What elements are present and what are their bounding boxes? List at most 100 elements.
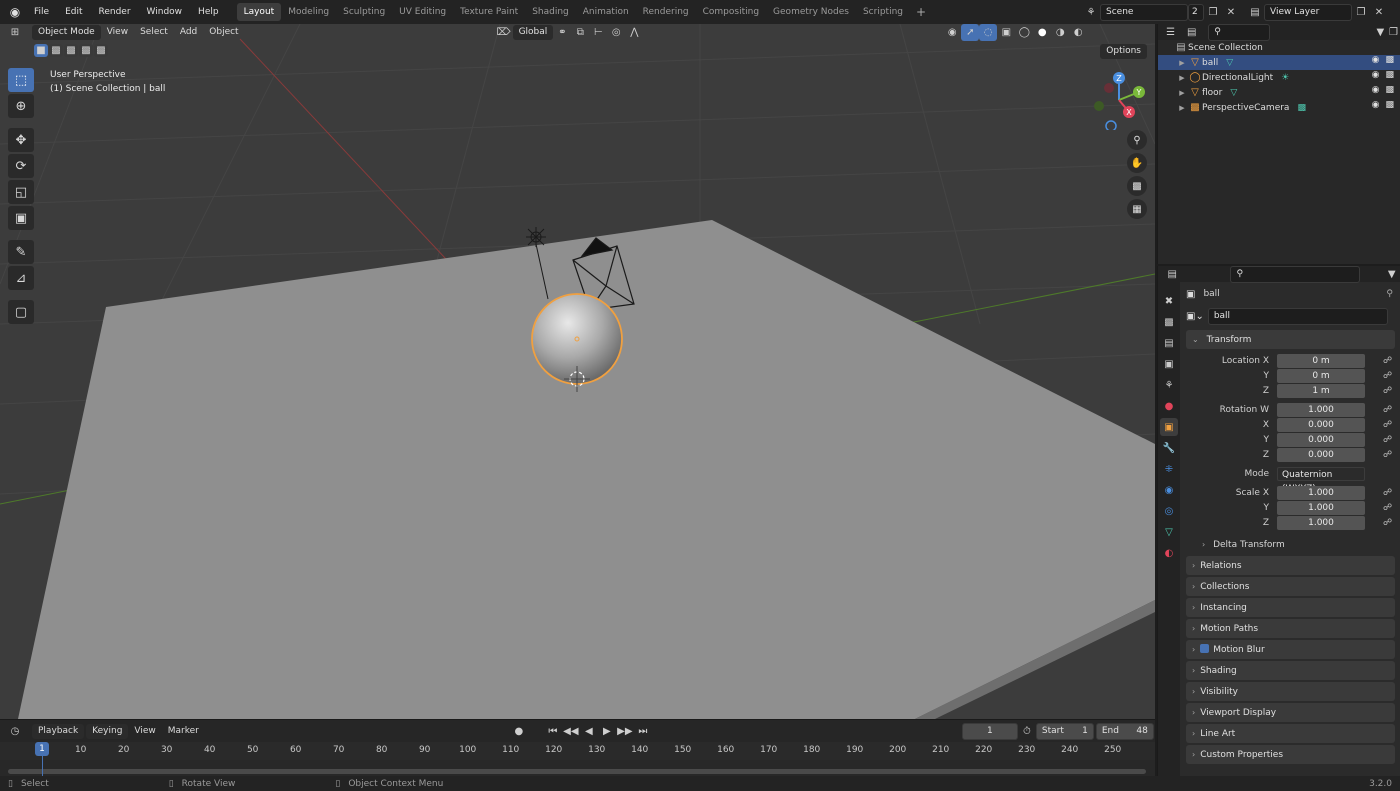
rotation-w-field[interactable]: 1.000 [1277,402,1365,417]
location-y-field[interactable]: 0 m [1277,368,1365,383]
line-art-panel-header[interactable]: › Line Art [1186,724,1395,743]
expand-arrow-icon[interactable]: ▶ [1176,59,1188,67]
outliner-item-floor[interactable]: ▶ ▽ floor ▽ ◉ ▩ [1158,85,1400,100]
select-new-icon[interactable]: ■ [34,44,48,57]
blender-logo-icon[interactable]: ◉ [4,1,26,23]
lock-icon[interactable]: ☍ [1383,488,1392,498]
tab-rendering[interactable]: Rendering [636,3,696,21]
next-keyframe-icon[interactable]: ▶▶ [616,723,634,740]
mesh-data-icon[interactable]: ▽ [1230,88,1237,98]
world-tab-icon[interactable]: ● [1160,397,1178,415]
proportional-edit-icon[interactable]: ◎ [607,24,625,41]
add-workspace-icon[interactable]: + [910,5,932,19]
viewport-menu-object[interactable]: Object [203,25,244,40]
rotation-mode-dropdown[interactable]: Quaternion (WXYZ) [1277,466,1365,494]
stopwatch-icon[interactable]: ⏱ [1018,723,1036,740]
menu-file[interactable]: File [26,2,57,22]
wireframe-shading-icon[interactable]: ◯ [1015,24,1033,41]
mode-dropdown[interactable]: Object Mode [32,24,101,40]
close-layer-icon[interactable]: ✕ [1370,4,1388,21]
custom-properties-panel-header[interactable]: › Custom Properties [1186,745,1395,764]
shading-panel-header[interactable]: › Shading [1186,661,1395,680]
lock-icon[interactable]: ☍ [1383,450,1392,460]
timeline-scrollbar[interactable] [8,769,1146,774]
properties-editor-type-icon[interactable]: ▤ [1164,266,1180,283]
overlay-icon[interactable]: ◌ [979,24,998,41]
light-data-icon[interactable]: ☀ [1281,73,1289,83]
lock-icon[interactable]: ☍ [1383,518,1392,528]
output-tab-icon[interactable]: ▤ [1160,334,1178,352]
3d-viewport[interactable]: ⊞ Object Mode View Select Add Object ⌦ G… [0,24,1155,719]
xray-icon[interactable]: ▣ [997,24,1015,41]
viewport-menu-select[interactable]: Select [134,25,174,40]
outliner-item-perspectivecamera[interactable]: ▶ ▩ PerspectiveCamera ▩ ◉ ▩ [1158,100,1400,115]
start-frame-field[interactable]: 1 [1082,724,1088,739]
scale-y-field[interactable]: 1.000 [1277,500,1365,515]
transform-panel-header[interactable]: ⌄ Transform [1186,330,1395,349]
pivot-icon[interactable]: ⚭ [553,24,571,41]
modifier-tab-icon[interactable]: 🔧 [1160,439,1178,457]
move-tool-icon[interactable]: ✥ [8,128,34,152]
timeline-view-menu[interactable]: View [128,724,161,739]
duplicate-layer-icon[interactable]: ❐ [1352,4,1370,21]
menu-help[interactable]: Help [190,2,227,22]
lock-icon[interactable]: ☍ [1383,356,1392,366]
properties-search-input[interactable]: ⚲ [1230,265,1360,283]
view-layer-icon[interactable]: ▤ [1246,4,1264,21]
jump-start-icon[interactable]: ⏮ [544,723,562,740]
tab-animation[interactable]: Animation [576,3,636,21]
scale-z-field[interactable]: 1.000 [1277,515,1365,530]
editor-type-icon[interactable]: ⊞ [6,24,24,41]
motion-blur-checkbox[interactable] [1200,644,1210,653]
scene-tab-icon[interactable]: ⚘ [1160,376,1178,394]
scale-tool-icon[interactable]: ◱ [8,180,34,204]
expand-arrow-icon[interactable]: ▶ [1176,104,1188,112]
particles-tab-icon[interactable]: ⁜ [1160,460,1178,478]
collections-panel-header[interactable]: › Collections [1186,577,1395,596]
constraints-tab-icon[interactable]: ◎ [1160,502,1178,520]
menu-window[interactable]: Window [139,2,191,22]
new-collection-icon[interactable]: ❐ [1387,24,1400,41]
location-z-field[interactable]: 1 m [1277,383,1365,398]
snap-target-icon[interactable]: ⊢ [589,24,607,41]
lock-icon[interactable]: ☍ [1383,386,1392,396]
relations-panel-header[interactable]: › Relations [1186,556,1395,575]
pan-hand-icon[interactable]: ✋ [1127,153,1147,173]
tab-texture-paint[interactable]: Texture Paint [453,3,525,21]
material-tab-icon[interactable]: ◐ [1160,544,1178,562]
playhead[interactable]: 1 [35,742,49,756]
current-frame-field[interactable]: 1 [961,722,1018,740]
lock-icon[interactable]: ☍ [1383,503,1392,513]
eye-icon[interactable]: ◉ [1372,100,1380,110]
tab-shading[interactable]: Shading [525,3,576,21]
perspective-toggle-icon[interactable]: ▦ [1127,199,1147,219]
duplicate-scene-icon[interactable]: ❐ [1204,4,1222,21]
expand-arrow-icon[interactable]: ▶ [1176,74,1188,82]
camera-data-icon[interactable]: ▩ [1297,103,1306,113]
gizmo-icon[interactable]: ➚ [961,24,980,41]
end-frame-field[interactable]: 48 [1136,724,1147,739]
outliner-item-directionallight[interactable]: ▶ ◯ DirectionalLight ☀ ◉ ▩ [1158,70,1400,85]
object-datablock-icon[interactable]: ▣⌄ [1186,311,1204,322]
lock-icon[interactable]: ☍ [1383,371,1392,381]
lock-icon[interactable]: ☍ [1383,405,1392,415]
select-extend-icon[interactable]: ▩ [49,44,63,57]
options-dropdown[interactable]: Options [1100,44,1147,59]
mesh-data-icon[interactable]: ▽ [1226,58,1233,68]
visibility-panel-header[interactable]: › Visibility [1186,682,1395,701]
lock-icon[interactable]: ☍ [1383,420,1392,430]
timeline-editor[interactable]: ◷ Playback Keying View Marker ● ⏮ ◀◀ ◀ ▶… [0,719,1155,777]
cursor-tool-icon[interactable]: ⊕ [8,94,34,118]
select-box-tool-icon[interactable]: ⬚ [8,68,34,92]
scene-icon[interactable]: ⚘ [1082,4,1100,21]
snap-icon[interactable]: ⧉ [571,24,589,41]
viewport-menu-add[interactable]: Add [174,25,203,40]
close-scene-icon[interactable]: ✕ [1222,4,1240,21]
tool-tab-icon[interactable]: ✖ [1160,292,1178,310]
jump-end-icon[interactable]: ⏭ [634,723,652,740]
physics-tab-icon[interactable]: ◉ [1160,481,1178,499]
timeline-editor-type-icon[interactable]: ◷ [6,723,24,740]
rendered-shading-icon[interactable]: ◐ [1069,24,1087,41]
delta-transform-subpanel[interactable]: › Delta Transform [1184,536,1399,554]
marker-menu[interactable]: Marker [162,724,205,739]
